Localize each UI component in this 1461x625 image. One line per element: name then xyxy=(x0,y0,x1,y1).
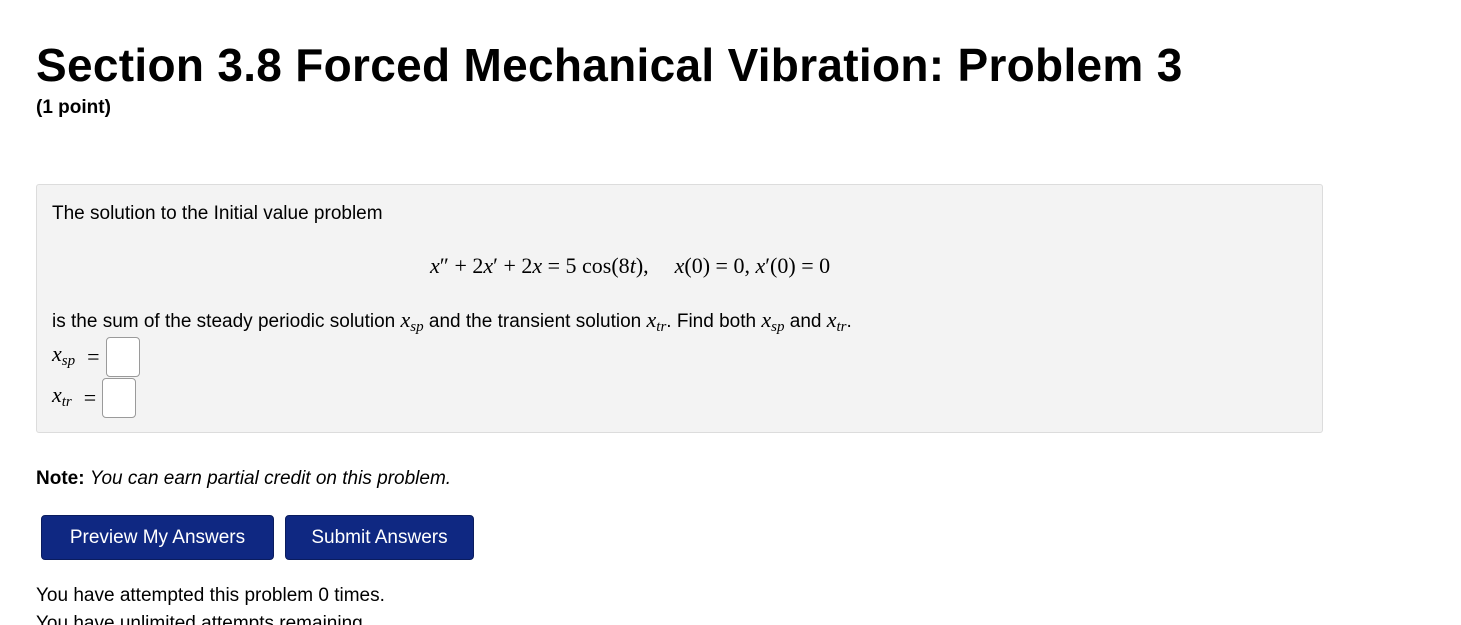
eq-text: ′(0) = 0 xyxy=(765,253,831,278)
eq-var-x: x xyxy=(674,253,685,278)
eq-text: = 5 cos(8 xyxy=(542,253,630,278)
math-subscript: tr xyxy=(656,319,667,335)
note-label: Note: xyxy=(36,468,85,489)
eq-text: (0) = 0, xyxy=(684,253,756,278)
math-var: x xyxy=(761,307,772,332)
eq-var-x: x xyxy=(430,253,440,278)
equals-sign: = xyxy=(83,385,97,410)
attempts-remaining-text: You have unlimited attempts remaining. xyxy=(36,613,368,625)
math-x-sp: xsp xyxy=(400,307,424,335)
ivp-equation: x″ + 2x′ + 2x = 5 cos(8t), x(0) = 0, x′(0… xyxy=(430,251,830,281)
eq-prime: ″ xyxy=(439,253,449,278)
eq-text: + 2 xyxy=(497,253,533,278)
math-subscript: sp xyxy=(771,319,785,335)
submit-answers-button[interactable]: Submit Answers xyxy=(285,515,474,560)
xtr-label: xtr xyxy=(52,382,72,415)
xsp-label: xsp xyxy=(52,341,75,374)
math-var: x xyxy=(400,307,411,332)
attempts-text: You have attempted this problem 0 times. xyxy=(36,585,385,606)
math-x-tr: xtr xyxy=(826,307,847,335)
problem-page: Section 3.8 Forced Mechanical Vibration:… xyxy=(0,0,1461,625)
sentence-text: and xyxy=(784,311,827,332)
xtr-answer-input[interactable] xyxy=(102,378,137,418)
eq-text: + 2 xyxy=(448,253,484,278)
sentence-text: is the sum of the steady periodic soluti… xyxy=(52,311,401,332)
equals-sign: = xyxy=(87,344,100,369)
eq-var-x: x xyxy=(483,253,494,278)
eq-var-x: x xyxy=(532,253,543,278)
page-title: Section 3.8 Forced Mechanical Vibration:… xyxy=(36,39,1183,91)
answer-row-xtr: xtr = xyxy=(52,377,137,419)
preview-answers-button[interactable]: Preview My Answers xyxy=(41,515,274,560)
math-var: x xyxy=(52,381,62,407)
problem-intro: The solution to the Initial value proble… xyxy=(52,203,383,224)
math-var: x xyxy=(52,340,62,366)
note-text: You can earn partial credit on this prob… xyxy=(89,468,452,489)
sentence-text: . xyxy=(846,311,852,332)
xsp-answer-input[interactable] xyxy=(105,337,140,377)
problem-box: The solution to the Initial value proble… xyxy=(36,184,1323,433)
math-subscript: sp xyxy=(410,319,424,335)
math-subscript: sp xyxy=(61,352,76,369)
eq-var-x: x xyxy=(755,253,766,278)
partial-credit-note: Note: You can earn partial credit on thi… xyxy=(36,467,451,491)
math-var: x xyxy=(646,307,657,332)
problem-sentence: is the sum of the steady periodic soluti… xyxy=(52,307,852,340)
math-x-sp: xsp xyxy=(761,307,785,335)
sentence-text: and the transient solution xyxy=(423,311,647,332)
sentence-text: . Find both xyxy=(666,311,762,332)
math-subscript: tr xyxy=(61,393,72,410)
answer-row-xsp: xsp = xyxy=(52,336,140,378)
points-label: (1 point) xyxy=(36,97,111,118)
eq-text: ), xyxy=(635,253,649,278)
math-subscript: tr xyxy=(836,319,847,335)
math-var: x xyxy=(826,307,837,332)
math-x-tr: xtr xyxy=(646,307,667,335)
